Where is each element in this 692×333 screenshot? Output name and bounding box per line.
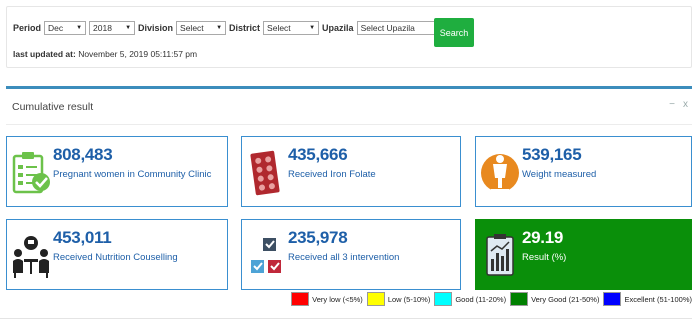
stat-value: 453,011 xyxy=(53,228,112,247)
division-select[interactable]: Select ▼ xyxy=(176,21,227,35)
tablet-pack-icon xyxy=(248,145,284,200)
chevron-down-icon: ▼ xyxy=(216,25,223,31)
division-label: Division xyxy=(138,23,174,33)
month-select[interactable]: Dec ▼ xyxy=(44,21,87,35)
legend-swatch xyxy=(603,292,622,306)
stat-value: 808,483 xyxy=(53,145,113,164)
close-icon[interactable]: x xyxy=(683,99,688,110)
stat-value: 29.19 xyxy=(522,228,564,247)
last-updated: last updated at: November 5, 2019 05:11:… xyxy=(13,49,197,59)
panel-tools: − x xyxy=(669,99,688,110)
stat-value: 235,978 xyxy=(288,228,348,247)
stat-label: Result (%) xyxy=(522,252,567,263)
district-label: District xyxy=(229,23,261,33)
counselling-people-icon xyxy=(11,228,51,283)
stat-card-nutrition-counselling: 453,011 Received Nutrition Couselling xyxy=(6,219,228,290)
clipboard-checklist-icon xyxy=(11,145,51,200)
stat-label: Received all 3 intervention xyxy=(288,252,400,263)
district-select[interactable]: Select ▼ xyxy=(263,21,320,35)
panel-title: Cumulative result xyxy=(12,101,94,113)
stat-card-result-percent: 29.19 Result (%) xyxy=(475,219,692,290)
chevron-down-icon: ▼ xyxy=(309,25,316,31)
result-legend: Very low (<5%) Low (5-10%) Good (11-20%)… xyxy=(287,292,692,306)
stat-card-iron-folate: 435,666 Received Iron Folate xyxy=(241,136,461,207)
stat-label: Received Nutrition Couselling xyxy=(53,252,178,263)
stat-card-all-interventions: 235,978 Received all 3 intervention xyxy=(241,219,461,290)
year-select[interactable]: 2018 ▼ xyxy=(89,21,136,35)
filter-row: Period Dec ▼ 2018 ▼ Division Select ▼ Distr… xyxy=(13,21,473,35)
year-select-value: 2018 xyxy=(93,23,112,33)
division-select-value: Select xyxy=(180,23,204,33)
stat-card-pregnant-women: 808,483 Pregnant women in Community Clin… xyxy=(6,136,228,207)
legend-label: Good (11-20%) xyxy=(455,294,507,304)
legend-label: Excellent (51-100%) xyxy=(624,294,692,304)
stat-label: Weight measured xyxy=(522,169,597,180)
legend-label: Very Good (21-50%) xyxy=(531,294,600,304)
district-select-value: Select xyxy=(267,23,291,33)
panel-header: Cumulative result − x xyxy=(6,89,692,125)
chevron-down-icon: ▼ xyxy=(125,25,132,31)
chevron-down-icon: ▼ xyxy=(76,25,83,31)
legend-swatch xyxy=(434,292,453,306)
upazila-select-value: Select Upazila xyxy=(360,23,415,33)
stat-value: 435,666 xyxy=(288,145,348,164)
last-updated-label: last updated at: xyxy=(13,49,76,59)
month-select-value: Dec xyxy=(48,23,64,33)
legend-label: Low (5-10%) xyxy=(387,294,431,304)
divider xyxy=(0,318,692,319)
stat-card-weight-measured: 539,165 Weight measured xyxy=(475,136,692,207)
upazila-label: Upazila xyxy=(322,23,354,33)
last-updated-value: November 5, 2019 05:11:57 pm xyxy=(78,49,198,59)
legend-swatch xyxy=(366,292,385,306)
period-label: Period xyxy=(13,23,42,33)
stat-label: Received Iron Folate xyxy=(288,169,376,180)
legend-swatch xyxy=(291,292,310,306)
stat-label: Pregnant women in Community Clinic xyxy=(53,169,212,180)
legend-swatch xyxy=(510,292,529,306)
checkboxes-icon xyxy=(248,228,286,283)
stat-value: 539,165 xyxy=(522,145,582,164)
bar-chart-icon xyxy=(482,228,518,283)
legend-label: Very low (<5%) xyxy=(312,294,363,304)
scale-person-icon xyxy=(481,145,519,200)
search-button[interactable]: Search xyxy=(434,18,474,47)
filter-panel: Period Dec ▼ 2018 ▼ Division Select ▼ Distr… xyxy=(6,6,692,68)
minimize-icon[interactable]: − xyxy=(669,99,675,110)
